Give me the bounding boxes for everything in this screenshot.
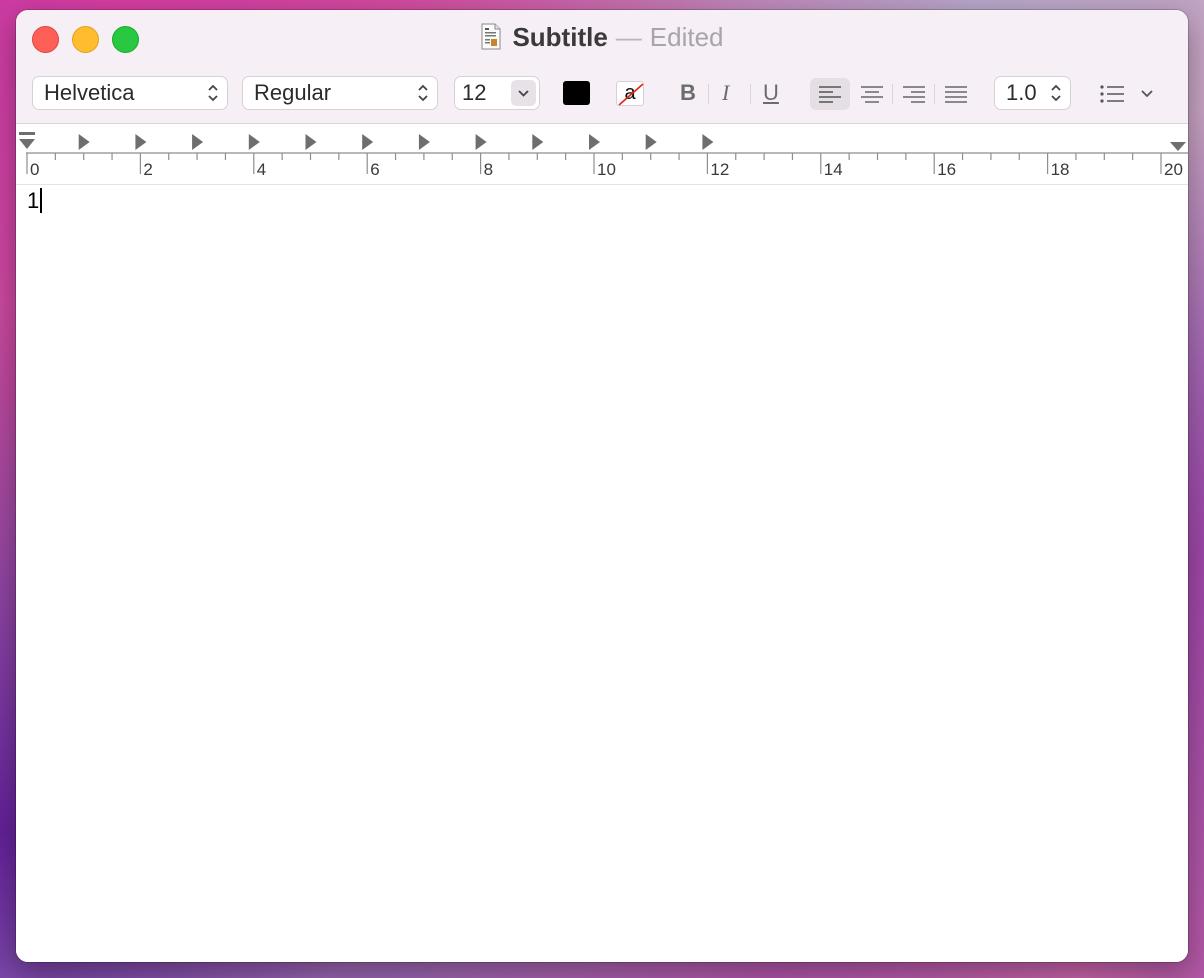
ruler-label: 2 [143,160,153,179]
textedit-window: Subtitle — Edited Helvetica Regular 12 a… [16,10,1188,962]
font-family-popup[interactable]: Helvetica [32,76,228,110]
justify-button[interactable] [936,78,976,110]
underline-button[interactable]: U [763,78,779,108]
text-cursor [40,188,43,213]
font-size-combo[interactable]: 12 [454,76,540,110]
ruler-label: 4 [256,160,267,179]
window-title: Subtitle — Edited [16,22,1188,52]
up-down-chevron-icon [418,84,428,102]
ruler-label: 8 [483,160,494,179]
first-line-indent-marker[interactable] [19,132,35,135]
line-spacing-popup[interactable]: 1.0 [994,76,1071,110]
toolbar-divider [750,84,751,104]
ruler[interactable]: 0 2 4 6 8 10 12 14 16 18 20 [16,124,1188,185]
right-indent-marker[interactable] [1170,142,1186,151]
ruler-label: 14 [823,160,843,179]
tab-stop-marker[interactable] [305,134,317,150]
left-indent-marker[interactable] [19,139,35,149]
align-left-button[interactable] [810,78,850,110]
align-center-button[interactable] [852,78,892,110]
tab-stop-marker[interactable] [78,134,90,150]
tab-stop-marker[interactable] [589,134,600,150]
up-down-chevron-icon [208,84,218,102]
ruler-label: 6 [370,160,380,179]
ruler-label: 16 [937,160,957,179]
toolbar-divider [892,84,893,104]
ruler-label: 10 [597,160,616,179]
font-size-dropdown-button[interactable] [511,80,536,106]
tab-stop-marker[interactable] [532,134,544,150]
toolbar-divider [708,84,709,104]
title-separator: — [615,22,642,52]
font-style-popup[interactable]: Regular [242,76,438,110]
align-right-button[interactable] [894,78,934,110]
align-right-icon [903,86,925,103]
toolbar-divider [934,84,935,104]
align-justify-icon [945,86,967,103]
ruler-label: 20 [1164,160,1183,179]
ruler-label: 12 [710,160,730,179]
background-color-well[interactable]: a [616,81,644,106]
document-text[interactable]: 1 [27,188,43,214]
titlebar: Subtitle — Edited Helvetica Regular 12 a… [16,10,1188,124]
chevron-down-icon [1141,90,1153,98]
document-content: 1 [27,188,40,213]
rtf-document-icon [481,23,501,50]
tab-stop-marker[interactable] [362,134,374,150]
edited-status: Edited [649,22,724,52]
ruler-label: 18 [1050,160,1070,179]
tab-stop-marker[interactable] [192,134,204,150]
tab-stop-marker[interactable] [475,134,487,150]
font-size-value[interactable]: 12 [462,80,486,105]
list-style-popup[interactable] [1096,78,1160,110]
ruler-label: 0 [30,160,40,179]
tab-stop-marker[interactable] [645,134,657,150]
bulleted-list-icon [1100,85,1124,103]
no-color-slash-icon [618,83,644,106]
up-down-chevron-icon [1051,84,1061,102]
align-left-icon [819,86,841,103]
document-name[interactable]: Subtitle [512,22,607,52]
chevron-down-icon [518,90,529,97]
line-spacing-value: 1.0 [1006,80,1037,105]
text-editor[interactable]: 1 [16,185,1188,962]
italic-button[interactable]: I [722,78,729,108]
align-center-icon [861,86,883,103]
bold-button[interactable]: B [680,78,696,108]
font-family-value: Helvetica [44,80,135,105]
tab-stop-marker[interactable] [702,134,714,150]
tab-stop-marker[interactable] [418,134,430,150]
tab-stop-marker[interactable] [248,134,260,150]
font-style-value: Regular [254,80,332,105]
tab-stop-marker[interactable] [135,134,147,150]
text-color-well[interactable] [563,81,590,105]
